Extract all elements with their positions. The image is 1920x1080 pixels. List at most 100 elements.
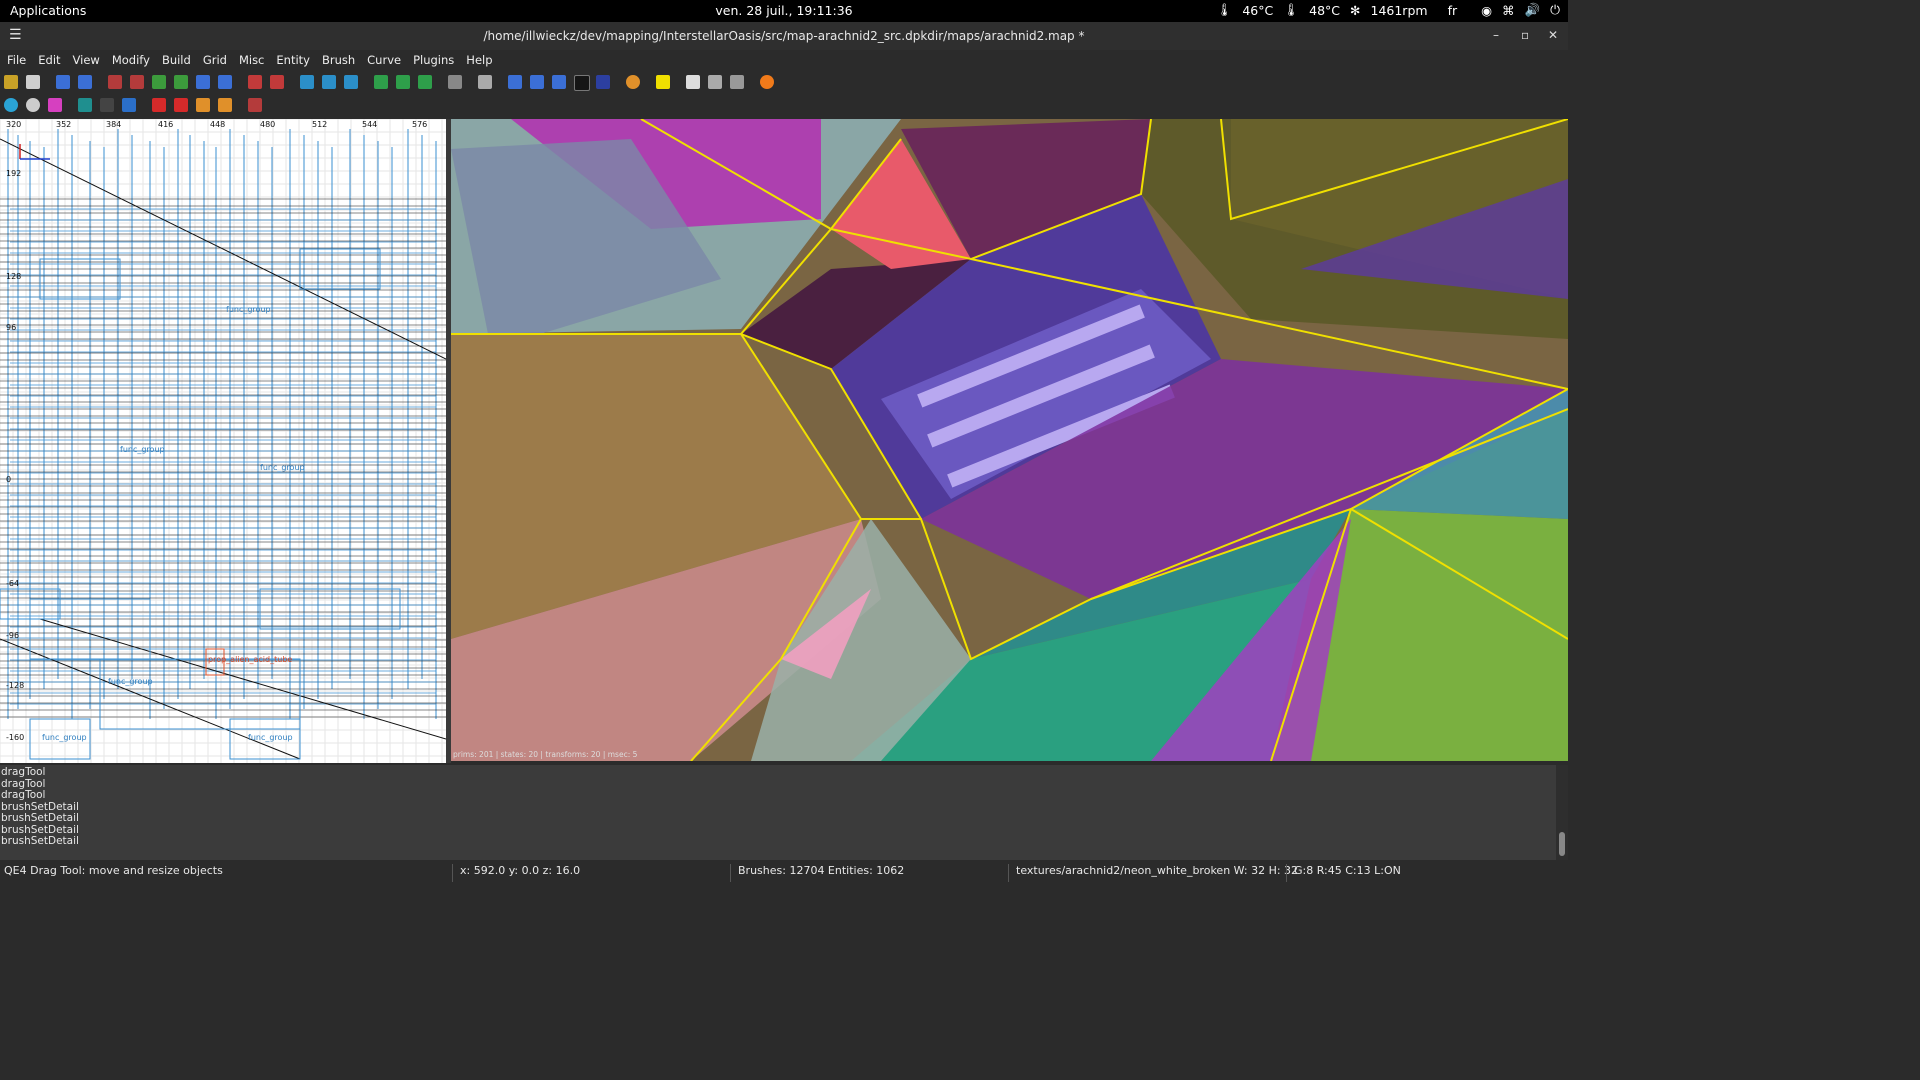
ruler-label: 512	[312, 120, 328, 129]
console-line: brushSetDetail	[1, 812, 79, 824]
undo-icon[interactable]	[56, 75, 70, 89]
camera-render[interactable]	[451, 119, 1568, 761]
csg-hollow-icon[interactable]	[344, 75, 358, 89]
camera-render-stats: prims: 201 | states: 20 | transforms: 20…	[453, 750, 638, 759]
surface-inspector-icon[interactable]	[708, 75, 722, 89]
minimize-button[interactable]: –	[1493, 28, 1499, 42]
menu-modify[interactable]: Modify	[105, 50, 155, 72]
patch-inspector-icon[interactable]	[730, 75, 744, 89]
status-tool-hint: QE4 Drag Tool: move and resize objects	[4, 864, 223, 877]
window-title: /home/illwieckz/dev/mapping/Interstellar…	[483, 29, 1085, 43]
ruler-label: 320	[6, 120, 22, 129]
status-separator	[452, 864, 453, 882]
translate-icon[interactable]	[508, 75, 522, 89]
refresh-icon[interactable]	[760, 75, 774, 89]
ruler-label: 96	[6, 323, 17, 332]
bug-icon[interactable]	[100, 98, 114, 112]
menu-plugins[interactable]: Plugins	[406, 50, 459, 72]
prefab-icon[interactable]	[26, 98, 40, 112]
status-grid: G:8 R:45 C:13 L:ON	[1294, 864, 1401, 877]
cubic-clip-icon[interactable]	[626, 75, 640, 89]
close-button[interactable]: ✕	[1548, 28, 1558, 42]
arch-icon[interactable]	[218, 98, 232, 112]
clipper-icon[interactable]	[374, 75, 388, 89]
texture-browser-icon[interactable]	[656, 75, 670, 89]
save-map-icon[interactable]	[26, 75, 40, 89]
refresh-models-icon[interactable]	[4, 98, 18, 112]
rotate-x-icon[interactable]	[130, 75, 144, 89]
menu-bar: File Edit View Modify Build Grid Misc En…	[0, 50, 1568, 72]
fan-speed: 1461rpm	[1370, 2, 1428, 18]
drag-tool-icon[interactable]	[574, 75, 590, 91]
keyboard-layout[interactable]: fr	[1448, 3, 1458, 18]
texture-lock-icon[interactable]	[396, 75, 410, 89]
ruler-label: 544	[362, 120, 378, 129]
menu-view[interactable]: View	[66, 50, 105, 72]
select-touching-icon[interactable]	[270, 75, 284, 89]
menu-build[interactable]: Build	[155, 50, 196, 72]
ruler-label: 128	[6, 272, 22, 281]
maximize-button[interactable]: ▫	[1521, 28, 1529, 42]
menu-grid[interactable]: Grid	[196, 50, 232, 72]
select-complete-tall-icon[interactable]	[248, 75, 262, 89]
flip-z-icon[interactable]	[196, 75, 210, 89]
bobtoolz-icon[interactable]	[122, 98, 136, 112]
rotate-y-icon[interactable]	[174, 75, 188, 89]
flip-x-icon[interactable]	[108, 75, 122, 89]
status-separator	[1008, 864, 1009, 882]
menu-brush[interactable]: Brush	[315, 50, 360, 72]
split-y-icon[interactable]	[174, 98, 188, 112]
scale-icon[interactable]	[552, 75, 566, 89]
csg-merge-icon[interactable]	[322, 75, 336, 89]
menu-entity[interactable]: Entity	[269, 50, 315, 72]
reset-icon[interactable]	[248, 98, 262, 112]
camera-3d-view[interactable]: prims: 201 | states: 20 | transforms: 20…	[451, 119, 1568, 761]
ruler-label: -64	[6, 579, 20, 588]
ruler-label: 192	[6, 169, 22, 178]
rotate-z-icon[interactable]	[218, 75, 232, 89]
scrollbar-thumb[interactable]	[1559, 832, 1565, 856]
menu-help[interactable]: Help	[459, 50, 497, 72]
entity-label: prop_alien_acid_tube	[208, 655, 293, 664]
xy-grid-view[interactable]: 320 352 384 416 448 480 512 544 576 192 …	[0, 119, 446, 763]
entity-label: func_group	[42, 733, 87, 742]
console-line: brushSetDetail	[1, 835, 79, 847]
thermometer-icon: 🌡	[1216, 2, 1233, 17]
ruler-label: 480	[260, 120, 276, 129]
ruler-label: -160	[6, 733, 25, 742]
volume-icon[interactable]: 🔊	[1525, 2, 1541, 18]
menu-edit[interactable]: Edit	[31, 50, 65, 72]
console-line: dragTool	[1, 789, 46, 801]
power-icon[interactable]: ⏻	[1550, 2, 1560, 18]
ruler-label: 416	[158, 120, 174, 129]
flip-y-icon[interactable]	[152, 75, 166, 89]
console-line: dragTool	[1, 766, 46, 778]
entity-label: func_group	[248, 733, 293, 742]
menu-file[interactable]: File	[0, 50, 31, 72]
split-x-icon[interactable]	[152, 98, 166, 112]
brush-export-icon[interactable]	[78, 98, 92, 112]
redo-icon[interactable]	[78, 75, 92, 89]
main-toolbar	[0, 71, 1568, 95]
console-output[interactable]: dragTool dragTool dragTool brushSetDetai…	[0, 765, 1556, 862]
xy-grid-canvas[interactable]	[0, 119, 446, 763]
arrow-select-icon[interactable]	[478, 75, 492, 89]
patch-tool-icon[interactable]	[418, 75, 432, 89]
stairs-icon[interactable]	[196, 98, 210, 112]
system-top-panel: Applications ven. 28 juil., 19:11:36 🌡 4…	[0, 0, 1568, 22]
menu-curve[interactable]: Curve	[360, 50, 406, 72]
shader-icon[interactable]	[48, 98, 62, 112]
open-map-icon[interactable]	[4, 75, 18, 89]
ruler-label: -96	[6, 631, 20, 640]
resize-icon[interactable]	[596, 75, 610, 89]
csg-subtract-icon[interactable]	[300, 75, 314, 89]
menu-misc[interactable]: Misc	[232, 50, 269, 72]
ruler-label: -128	[6, 681, 25, 690]
entity-list-icon[interactable]	[686, 75, 700, 89]
console-scrollbar[interactable]	[1556, 765, 1568, 860]
window-titlebar: ☰ /home/illwieckz/dev/mapping/Interstell…	[0, 22, 1568, 50]
network-icon[interactable]: ⌘	[1502, 3, 1515, 18]
record-icon[interactable]: ◉	[1481, 3, 1492, 18]
clip-icon[interactable]	[448, 75, 462, 89]
rotate-icon[interactable]	[530, 75, 544, 89]
